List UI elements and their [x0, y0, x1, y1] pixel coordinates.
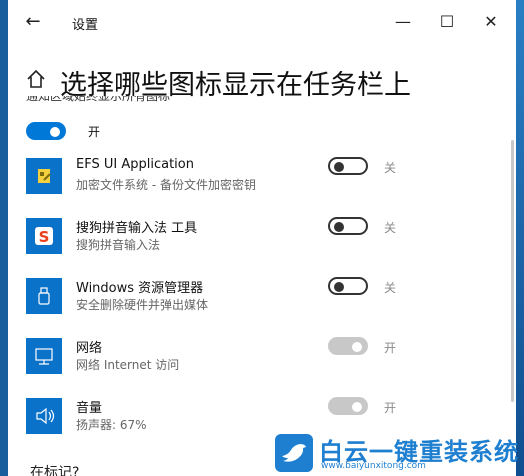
app-title: 搜狗拼音输入法 工具 — [76, 221, 198, 236]
toggle-knob — [334, 222, 344, 232]
watermark-bird-logo — [275, 434, 313, 472]
app-title: Windows 资源管理器 — [76, 281, 204, 296]
toggle-state-label: 关 — [384, 281, 397, 295]
efs-icon — [26, 158, 62, 194]
master-toggle-label: 开 — [88, 125, 101, 139]
window-title: 设置 — [72, 18, 99, 33]
close-button[interactable]: ✕ — [476, 9, 506, 35]
volume-icon — [26, 398, 62, 434]
toggle-state-label: 关 — [384, 221, 397, 235]
network-toggle — [328, 337, 368, 355]
explorer-toggle[interactable] — [328, 277, 368, 295]
app-subtitle: 扬声器: 67% — [76, 418, 147, 432]
clipped-heading-text: 通知区域始终显示所有图标 — [26, 96, 171, 103]
watermark-url: www.baiyunxitong.com — [321, 461, 426, 471]
clipped-bottom-label: 在标记? — [30, 465, 80, 476]
master-toggle[interactable] — [26, 122, 66, 140]
watermark: 白云一键重装系统 www.baiyunxitong.com — [271, 430, 518, 476]
desktop-edge — [0, 0, 8, 476]
back-button[interactable]: ← — [20, 9, 46, 35]
app-subtitle: 加密文件系统 - 备份文件加密密钥 — [76, 178, 256, 192]
toggle-state-label: 关 — [384, 161, 397, 175]
maximize-button[interactable]: ☐ — [432, 9, 462, 35]
efs-toggle[interactable] — [328, 157, 368, 175]
toggle-knob — [334, 282, 344, 292]
volume-toggle — [328, 397, 368, 415]
toggle-state-label: 开 — [384, 341, 397, 355]
list-item-sogou: S 搜狗拼音输入法 工具 搜狗拼音输入法 关 — [26, 214, 506, 258]
title-bar: ← 设置 — ☐ ✕ — [8, 0, 516, 44]
settings-window: ← 设置 — ☐ ✕ 选择哪些图标显示在任务栏上 通知区域始终显示所有图标 开 … — [8, 0, 516, 476]
toggle-state-label: 开 — [384, 401, 397, 415]
toggle-knob — [352, 402, 362, 412]
app-subtitle: 安全删除硬件并弹出媒体 — [76, 298, 209, 312]
list-item-network: 网络 网络 Internet 访问 开 — [26, 334, 506, 378]
scrollbar[interactable] — [511, 140, 514, 402]
sogou-toggle[interactable] — [328, 217, 368, 235]
app-title: EFS UI Application — [76, 157, 194, 172]
clipped-bottom-text: 在标记? — [30, 462, 130, 476]
list-item-efs: EFS UI Application 加密文件系统 - 备份文件加密密钥 关 — [26, 154, 506, 198]
usb-icon — [26, 278, 62, 314]
app-subtitle: 搜狗拼音输入法 — [76, 238, 161, 252]
toggle-knob — [50, 127, 60, 137]
toggle-knob — [334, 162, 344, 172]
sogou-icon: S — [26, 218, 62, 254]
svg-text:S: S — [39, 228, 50, 246]
list-item-explorer: Windows 资源管理器 安全删除硬件并弹出媒体 关 — [26, 274, 506, 318]
clipped-heading: 通知区域始终显示所有图标 — [26, 96, 326, 106]
app-title: 音量 — [76, 401, 103, 416]
app-title: 网络 — [76, 341, 103, 356]
home-icon[interactable] — [26, 69, 46, 89]
app-subtitle: 网络 Internet 访问 — [76, 358, 180, 372]
minimize-button[interactable]: — — [388, 9, 418, 35]
toggle-knob — [352, 342, 362, 352]
network-icon — [26, 338, 62, 374]
